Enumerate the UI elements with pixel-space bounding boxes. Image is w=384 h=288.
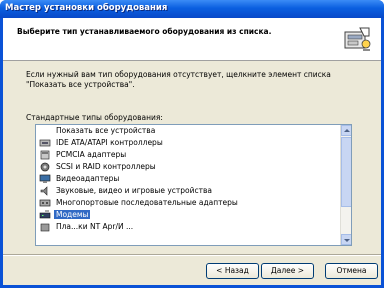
list-item[interactable]: Звуковые, видео и игровые устройства bbox=[36, 185, 351, 197]
list-item-label: Модемы bbox=[54, 210, 91, 219]
display-adapter-icon bbox=[39, 174, 51, 183]
window-title: Мастер установки оборудования bbox=[5, 3, 168, 13]
partial-item-icon bbox=[40, 223, 50, 232]
list-item[interactable]: Видеоадаптеры bbox=[36, 173, 351, 185]
device-types-label: Стандартные типы оборудования: bbox=[26, 113, 163, 122]
list-item[interactable]: SCSI и RAID контроллеры bbox=[36, 161, 351, 173]
list-item[interactable]: IDE ATA/ATAPI контроллеры bbox=[36, 137, 351, 149]
list-item[interactable]: Показать все устройства bbox=[36, 125, 351, 137]
list-item-label: Пла...ки NT Apr/И ... bbox=[56, 222, 134, 231]
wizard-window: Мастер установки оборудования Выберите т… bbox=[0, 0, 384, 288]
list-item-label: SCSI и RAID контроллеры bbox=[56, 162, 156, 171]
list-item-label: PCMCIA адаптеры bbox=[56, 150, 127, 159]
list-item-label: IDE ATA/ATAPI контроллеры bbox=[56, 138, 163, 147]
scsi-controller-icon bbox=[40, 162, 50, 172]
sound-device-icon bbox=[40, 186, 48, 196]
list-item[interactable]: Пла...ки NT Apr/И ... bbox=[36, 221, 351, 233]
list-item-label: Многопортовые последовательные адаптеры bbox=[56, 198, 238, 207]
next-button[interactable]: Далее > bbox=[261, 263, 314, 279]
scroll-thumb[interactable] bbox=[341, 137, 351, 207]
scroll-down-button[interactable] bbox=[341, 234, 351, 245]
list-item-label: Показать все устройства bbox=[56, 126, 156, 135]
pcmcia-adapter-icon bbox=[40, 150, 50, 160]
modem-icon bbox=[39, 210, 51, 219]
description-text: Если нужный вам тип оборудования отсутст… bbox=[26, 70, 331, 89]
dialog-client-area: Выберите тип устанавливаемого оборудован… bbox=[3, 18, 381, 285]
list-item-label: Видеоадаптеры bbox=[56, 174, 120, 183]
hardware-wizard-icon bbox=[344, 27, 371, 51]
multiport-serial-icon bbox=[39, 199, 51, 207]
list-item-selected[interactable]: Модемы bbox=[36, 209, 351, 221]
wizard-header: Выберите тип устанавливаемого оборудован… bbox=[3, 18, 381, 61]
list-item[interactable]: PCMCIA адаптеры bbox=[36, 149, 351, 161]
back-button[interactable]: < Назад bbox=[206, 263, 259, 279]
list-item[interactable]: Многопортовые последовательные адаптеры bbox=[36, 197, 351, 209]
header-title: Выберите тип устанавливаемого оборудован… bbox=[17, 27, 272, 36]
list-item-label: Звуковые, видео и игровые устройства bbox=[56, 186, 213, 195]
device-type-list[interactable]: Показать все устройства IDE ATA/ATAPI ко… bbox=[35, 124, 352, 246]
scroll-up-button[interactable] bbox=[341, 125, 351, 136]
cancel-button[interactable]: Отмена bbox=[325, 263, 378, 279]
ide-controller-icon bbox=[39, 139, 51, 147]
list-scrollbar[interactable] bbox=[340, 125, 351, 245]
title-bar[interactable]: Мастер установки оборудования bbox=[0, 0, 384, 18]
button-separator bbox=[3, 254, 381, 256]
